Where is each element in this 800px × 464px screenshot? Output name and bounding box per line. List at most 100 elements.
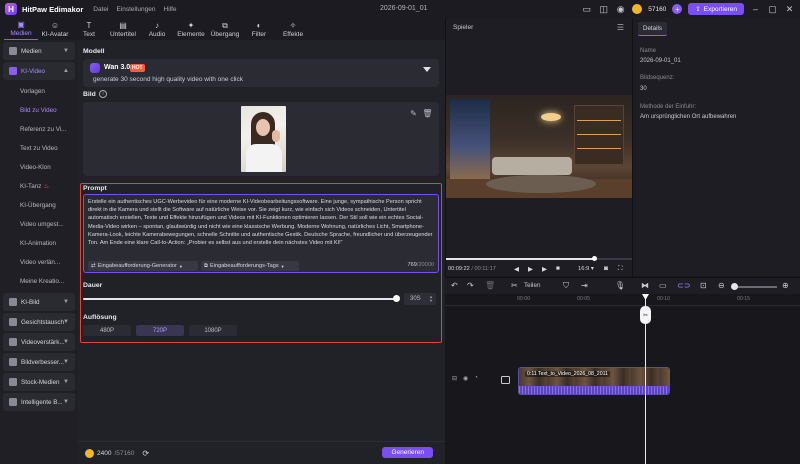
magnet-icon[interactable]: ⊂⊃ bbox=[677, 281, 690, 290]
track-icon[interactable]: ▭ bbox=[659, 281, 667, 290]
prompt-tags-dropdown[interactable]: ⧉ Eingabeaufforderungs-Tags ▼ bbox=[201, 261, 299, 271]
tab-filter[interactable]: ◐ Filter bbox=[242, 18, 276, 40]
fit-icon[interactable]: ⊡ bbox=[700, 281, 707, 290]
duration-slider[interactable] bbox=[83, 298, 399, 300]
zoom-slider[interactable] bbox=[735, 286, 777, 288]
sidebar-section-smart[interactable]: Intelligente B... ▼ bbox=[3, 393, 75, 411]
tab-audio[interactable]: ♪ Audio bbox=[140, 18, 174, 40]
account-icon[interactable]: ◉ bbox=[615, 4, 626, 15]
zoom-out-icon[interactable]: ⊖ bbox=[718, 281, 725, 290]
image-upload-area[interactable]: ✎ 🗑 bbox=[83, 102, 439, 176]
sidebar-item-ai-transition[interactable]: KI-Übergang bbox=[0, 196, 78, 215]
sidebar-section-ai-image[interactable]: KI-Bild ▼ bbox=[3, 293, 75, 311]
duration-slider-handle[interactable] bbox=[393, 295, 400, 302]
sidebar-item-image-to-video[interactable]: Bild zu Video bbox=[0, 101, 78, 120]
player-title: Spieler bbox=[453, 24, 474, 31]
prompt-label: Prompt bbox=[83, 185, 107, 192]
sidebar-item-templates[interactable]: Vorlagen bbox=[0, 82, 78, 101]
link-icon[interactable]: ⧓ bbox=[641, 281, 649, 290]
gift-icon[interactable]: ◫ bbox=[598, 4, 609, 15]
media-icon: ▣ bbox=[17, 20, 25, 29]
resolution-480p[interactable]: 480P bbox=[83, 325, 131, 336]
info-icon[interactable]: i bbox=[99, 90, 107, 98]
delete-icon[interactable]: 🗑 bbox=[485, 281, 495, 290]
mic-icon[interactable]: 🎙 bbox=[615, 281, 625, 290]
stepper-icon[interactable]: ▲ ▼ bbox=[429, 295, 433, 303]
stop-icon[interactable]: ■ bbox=[556, 265, 560, 272]
timeline[interactable]: 00:00 00:05 00:10 00:15 ⊟ ◉ ◔ 0:11 Text_… bbox=[445, 294, 800, 464]
model-icon bbox=[90, 63, 100, 73]
ruler-tick: 00:00 bbox=[517, 296, 530, 302]
lock-icon[interactable]: ⊟ bbox=[452, 375, 457, 382]
menu-settings[interactable]: Einstellungen bbox=[116, 6, 155, 13]
detail-sequence-value: 30 bbox=[640, 86, 647, 92]
speed-icon[interactable]: ⇥ bbox=[581, 281, 588, 290]
sidebar-section-face-swap[interactable]: Gesichtstausch ▼ bbox=[3, 313, 75, 331]
trash-icon[interactable]: 🗑 bbox=[422, 109, 432, 118]
resolution-1080p[interactable]: 1080P bbox=[189, 325, 237, 336]
add-credits-button[interactable]: + bbox=[672, 4, 683, 14]
tab-elements[interactable]: ✦ Elemente bbox=[174, 18, 208, 40]
tab-text[interactable]: T Text bbox=[72, 18, 106, 40]
minimize-icon[interactable]: – bbox=[750, 4, 761, 15]
tab-effects[interactable]: ✧ Effekte bbox=[276, 18, 310, 40]
menu-help[interactable]: Hilfe bbox=[164, 6, 177, 13]
refresh-icon[interactable]: ⟳ bbox=[142, 449, 149, 458]
undo-icon[interactable]: ↶ bbox=[451, 281, 458, 290]
sidebar-section-video-enhancer[interactable]: Videoverstärk... ▼ bbox=[3, 333, 75, 351]
export-button[interactable]: ⇪ Exportieren bbox=[688, 3, 744, 15]
menu-file[interactable]: Datei bbox=[93, 6, 108, 13]
tab-subtitle[interactable]: ▤ Untertitel bbox=[106, 18, 140, 40]
aspect-ratio-select[interactable]: 16:9 ▾ bbox=[578, 266, 594, 272]
split-icon[interactable]: ✂ bbox=[511, 281, 518, 290]
sidebar-item-ai-dance[interactable]: KI-Tanz ♨ bbox=[0, 177, 78, 196]
split-label[interactable]: Teilen bbox=[524, 282, 540, 289]
sidebar-section-stock-media[interactable]: Stock-Medien ▼ bbox=[3, 373, 75, 391]
timeline-ruler[interactable]: 00:00 00:05 00:10 00:15 bbox=[445, 294, 800, 306]
sidebar-item-video-clone[interactable]: Video-Klon bbox=[0, 158, 78, 177]
play-icon[interactable]: ▶ bbox=[528, 265, 533, 273]
tab-details[interactable]: Details bbox=[638, 22, 667, 36]
model-selector[interactable]: Wan 3.0 HOT generate 30 second high qual… bbox=[83, 59, 439, 87]
magic-icon: ⇄ bbox=[91, 263, 96, 269]
sidebar-section-media[interactable]: Medien ▼ bbox=[3, 42, 75, 60]
prev-frame-icon[interactable]: ◀ bbox=[514, 265, 519, 273]
prompt-input[interactable]: Erstelle ein authentisches UGC-Werbevide… bbox=[83, 194, 439, 273]
menu-icon[interactable]: ☰ bbox=[617, 23, 624, 32]
video-clip[interactable]: 0:11 Text_to_Video_2026_08_2011 bbox=[518, 367, 670, 395]
sidebar-item-video-extend[interactable]: Video verlän... bbox=[0, 253, 78, 272]
duration-input[interactable]: 30S ▲ ▼ bbox=[404, 293, 436, 305]
resolution-720p[interactable]: 720P bbox=[136, 325, 184, 336]
video-preview[interactable] bbox=[446, 95, 633, 198]
zoom-in-icon[interactable]: ⊕ bbox=[782, 281, 789, 290]
redo-icon[interactable]: ↷ bbox=[467, 281, 474, 290]
maximize-icon[interactable]: ▢ bbox=[767, 4, 778, 15]
sidebar-section-image-enhancer[interactable]: Bildverbesser... ▼ bbox=[3, 353, 75, 371]
cut-marker-icon[interactable]: ✂ bbox=[640, 306, 651, 324]
sidebar-item-ai-animation[interactable]: KI-Animation bbox=[0, 234, 78, 253]
camera-icon[interactable]: ◙ bbox=[604, 265, 608, 272]
export-icon: ⇪ bbox=[695, 6, 701, 13]
playback-handle[interactable] bbox=[591, 256, 597, 261]
generate-button[interactable]: Generieren bbox=[382, 447, 433, 458]
eye-icon[interactable]: ◉ bbox=[463, 375, 468, 382]
monitor-icon[interactable]: ▭ bbox=[581, 4, 592, 15]
sidebar-item-my-creations[interactable]: Meine Kreatio... bbox=[0, 272, 78, 291]
sidebar-section-ai-video[interactable]: KI-Video ▲ bbox=[3, 62, 75, 80]
zoom-slider-handle[interactable] bbox=[731, 283, 738, 290]
tab-transition[interactable]: ⧉ Übergang bbox=[208, 18, 242, 40]
sidebar-item-video-restyle[interactable]: Video umgest... bbox=[0, 215, 78, 234]
tab-media[interactable]: ▣ Medien bbox=[4, 18, 38, 40]
sidebar-item-reference-to-video[interactable]: Referenz zu Vi... bbox=[0, 120, 78, 139]
prompt-generator-dropdown[interactable]: ⇄ Eingabeaufforderung-Generator ▼ bbox=[88, 261, 198, 271]
edit-icon[interactable]: ✎ bbox=[409, 109, 418, 118]
close-icon[interactable]: ✕ bbox=[784, 4, 795, 15]
volume-icon[interactable]: ◔ bbox=[474, 375, 478, 382]
next-frame-icon[interactable]: ▶ bbox=[542, 265, 547, 273]
sidebar-item-text-to-video[interactable]: Text zu Video bbox=[0, 139, 78, 158]
avatar-icon: ☺ bbox=[50, 21, 60, 30]
tab-ai-avatar[interactable]: ☺ KI-Avatar bbox=[38, 18, 72, 40]
marker-icon[interactable]: ⛉ bbox=[563, 281, 569, 291]
fullscreen-icon[interactable]: ⛶ bbox=[618, 265, 623, 273]
prompt-text[interactable]: Erstelle ein authentisches UGC-Werbevide… bbox=[88, 198, 434, 247]
